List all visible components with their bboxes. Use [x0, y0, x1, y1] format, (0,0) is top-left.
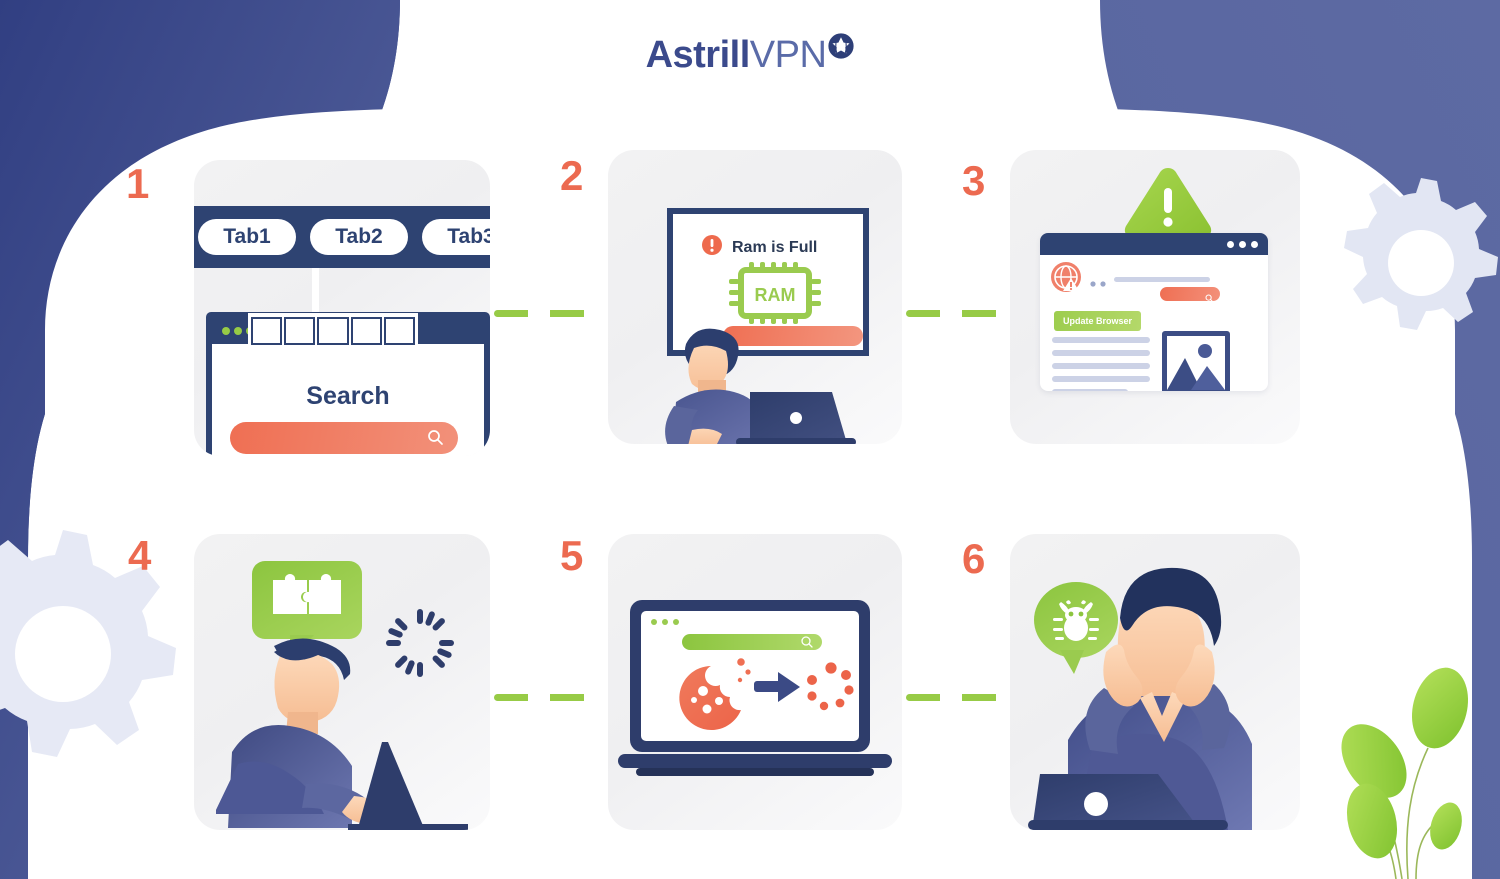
ram-alert-row: Ram is Full: [701, 234, 817, 261]
address-segment: [284, 317, 316, 345]
step-number-2: 2: [560, 152, 584, 199]
bug-icon: [1034, 582, 1118, 674]
person-at-laptop-icon: [650, 326, 858, 444]
browser-tab-bar: Tab1 Tab2 Tab3: [194, 206, 490, 268]
text-placeholder-lines: [1052, 337, 1150, 391]
search-heading: Search: [306, 382, 390, 410]
address-segment: [383, 317, 416, 345]
plant-leaves-icon: [1324, 636, 1500, 879]
address-bar-tabs[interactable]: [248, 313, 418, 349]
browser-window: Update Browser: [1040, 233, 1268, 391]
browser-title-bar: [212, 313, 484, 349]
connector-5-6: [906, 694, 1006, 701]
window-dot-1: [1227, 241, 1234, 248]
step-card-clear-cache-and-cookies: [608, 534, 902, 830]
globe-warning-icon: [1050, 261, 1082, 298]
step-number-1: 1: [126, 160, 150, 207]
search-input: [682, 634, 822, 650]
step-card-malware-and-bugs: [1010, 534, 1300, 830]
text-line: [1052, 337, 1150, 343]
gear-icon: [1336, 168, 1500, 358]
step-number-6: 6: [962, 535, 986, 582]
alert-circle-icon: [701, 234, 723, 261]
step-number-3: 3: [962, 157, 986, 204]
update-browser-badge[interactable]: Update Browser: [1054, 311, 1142, 331]
laptop-icon: [618, 596, 892, 789]
window-dot-2: [234, 327, 242, 335]
brand-name-bold: Astrill: [645, 34, 751, 76]
image-placeholder-icon: [1162, 331, 1230, 391]
window-dot-2: [1239, 241, 1246, 248]
brand-logo: Astrill VPN: [0, 32, 1500, 76]
text-line: [1052, 350, 1150, 356]
step-card-outdated-browser: Update Browser: [1010, 150, 1300, 444]
browser-tab-2[interactable]: Tab2: [310, 219, 408, 255]
text-line: [1052, 363, 1150, 369]
step-card-ram-is-full: Ram is Full RAM: [608, 150, 902, 444]
gear-icon: [0, 516, 188, 791]
address-segment: [251, 317, 283, 345]
globe-star-icon: [828, 32, 855, 64]
browser-tab-1[interactable]: Tab1: [198, 219, 296, 255]
browser-tab-3[interactable]: Tab3: [422, 219, 490, 255]
address-segment: [317, 317, 349, 345]
browser-title-bar: [1040, 233, 1268, 255]
address-bar[interactable]: [1114, 277, 1210, 282]
text-line: [1052, 376, 1150, 382]
step-card-too-many-tabs: Tab1 Tab2 Tab3 Search: [194, 160, 490, 456]
search-input[interactable]: [1160, 287, 1220, 303]
puzzle-pieces-icon: [252, 561, 362, 661]
connector-4-5: [494, 694, 606, 701]
person-leaning-at-laptop-icon: [214, 634, 476, 830]
address-segment: [350, 317, 382, 345]
window-dot-3: [1251, 241, 1258, 248]
search-input[interactable]: [230, 422, 458, 454]
toolbar-dots: [1090, 275, 1108, 293]
ram-alert-text: Ram is Full: [732, 238, 818, 256]
browser-window: Search: [206, 312, 490, 456]
magnifier-icon: [427, 429, 444, 451]
text-line: [1052, 389, 1128, 391]
connector-1-2: [494, 310, 606, 317]
step-card-too-many-extensions: [194, 534, 490, 830]
magnifier-icon: [1205, 290, 1214, 308]
step-number-5: 5: [560, 532, 584, 579]
infographic-canvas: Astrill VPN 1 2 3 4 5 6 Tab1 Tab2 Tab3 S…: [0, 0, 1500, 879]
tab-connector-stem: [312, 268, 319, 313]
window-dot-1: [222, 327, 230, 335]
ram-chip-label: RAM: [755, 285, 796, 305]
bubble-tail: [1060, 650, 1084, 674]
brand-name-light: VPN: [749, 34, 827, 76]
step-number-4: 4: [128, 532, 152, 579]
connector-2-3: [906, 310, 1006, 317]
ram-chip-icon: RAM: [729, 262, 821, 329]
